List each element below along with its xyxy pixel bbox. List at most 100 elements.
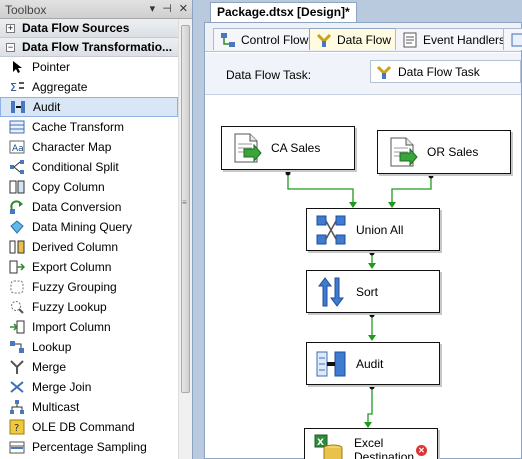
toolbox-item-fuzzy-grouping[interactable]: Fuzzy Grouping <box>0 277 178 297</box>
fuzzy-grouping-icon <box>9 279 25 295</box>
design-surface: Control Flow Data Flow Event Handlers P … <box>204 22 522 459</box>
tab-data-flow[interactable]: Data Flow <box>309 28 399 50</box>
error-icon[interactable]: ✕ <box>416 445 427 456</box>
svg-text:Σ: Σ <box>10 81 17 94</box>
scrollbar-grip-icon: ≡ <box>182 198 187 207</box>
toolbox-panel: Toolbox ▾ ⊣ ✕ + Data Flow Sources − Data… <box>0 0 193 459</box>
path-sort-to-audit[interactable] <box>368 312 376 342</box>
flow-node-label: Sort <box>356 284 379 299</box>
category-data-flow-sources[interactable]: + Data Flow Sources <box>0 19 178 38</box>
derived-column-icon <box>9 239 25 255</box>
category-data-flow-transformations[interactable]: − Data Flow Transformatio... <box>0 38 178 57</box>
toolbox-item-merge-join[interactable]: Merge Join <box>0 377 178 397</box>
toolbox-item-label: Derived Column <box>32 240 119 254</box>
toolbox-item-copy-column[interactable]: Copy Column <box>0 177 178 197</box>
data-flow-canvas[interactable]: CA Sales OR Sales Union All Sort Audit X… <box>205 96 521 459</box>
toolbox-item-label: Fuzzy Grouping <box>32 280 117 294</box>
toolbox-item-label: Import Column <box>32 320 111 334</box>
toolbox-item-lookup[interactable]: Lookup <box>0 337 178 357</box>
control-flow-icon <box>220 32 236 48</box>
scrollbar-thumb[interactable] <box>181 25 190 393</box>
tab-label: Control Flow <box>241 32 309 47</box>
flow-node-union-all[interactable]: Union All <box>306 208 440 251</box>
character-map-icon: Aa <box>9 139 25 155</box>
toolbox-item-multicast[interactable]: Multicast <box>0 397 178 417</box>
toolbox-item-label: Pointer <box>32 60 71 74</box>
toolbox-item-data-mining-query[interactable]: Data Mining Query <box>0 217 178 237</box>
data-flow-task-icon <box>376 64 392 80</box>
data-mining-query-icon <box>9 219 25 235</box>
path-audit-to-excel[interactable] <box>364 384 375 429</box>
toolbox-scrollbar[interactable]: ≡ <box>178 19 192 459</box>
collapse-icon[interactable]: − <box>6 42 15 52</box>
toolbox-item-label: Aggregate <box>32 80 88 94</box>
toolbox-item-conditional-split[interactable]: Conditional Split <box>0 157 178 177</box>
toolbox-item-merge[interactable]: Merge <box>0 357 178 377</box>
toolbox-item-label: Merge <box>32 360 67 374</box>
document-tab[interactable]: Package.dtsx [Design]* <box>210 2 357 23</box>
event-handlers-icon <box>402 32 418 48</box>
path-or-sales-to-union[interactable] <box>388 173 434 209</box>
flow-node-ca-sales[interactable]: CA Sales <box>221 126 355 170</box>
tab-label: Data Flow <box>337 32 392 47</box>
task-dropdown[interactable]: Data Flow Task <box>370 60 521 83</box>
toolbox-item-export-column[interactable]: Export Column <box>0 257 178 277</box>
expand-icon[interactable]: + <box>6 23 15 33</box>
task-dropdown-value: Data Flow Task <box>398 64 480 79</box>
ole-db-source-icon <box>385 135 419 169</box>
flow-node-label: Audit <box>356 356 384 371</box>
flow-node-or-sales[interactable]: OR Sales <box>377 130 511 174</box>
flow-node-label: OR Sales <box>427 145 479 159</box>
flow-node-audit[interactable]: Audit <box>306 342 440 385</box>
tab-package-explorer[interactable]: P <box>503 28 522 50</box>
designer-tab-row: Control Flow Data Flow Event Handlers P <box>205 23 522 52</box>
flow-node-label: Union All <box>356 222 404 237</box>
toolbox-item-pointer[interactable]: Pointer <box>0 57 178 77</box>
tab-label: Event Handlers <box>423 32 506 47</box>
flow-node-excel-destination[interactable]: X Excel Destination ✕ <box>304 428 438 459</box>
conditional-split-icon <box>9 159 25 175</box>
close-icon[interactable]: ✕ <box>179 2 188 15</box>
toolbox-item-label: Export Column <box>32 260 112 274</box>
category-label: Data Flow Sources <box>22 21 130 35</box>
toolbox-item-import-column[interactable]: Import Column <box>0 317 178 337</box>
path-union-to-sort[interactable] <box>368 250 376 270</box>
excel-destination-icon: X <box>312 433 346 459</box>
toolbox-item-cache-transform[interactable]: Cache Transform <box>0 117 178 137</box>
path-ca-sales-to-union[interactable] <box>285 170 358 209</box>
sort-icon <box>314 275 348 309</box>
toolbox-item-fuzzy-lookup[interactable]: Fuzzy Lookup <box>0 297 178 317</box>
toolbox-item-label: Character Map <box>32 140 112 154</box>
toolbox-item-derived-column[interactable]: Derived Column <box>0 237 178 257</box>
tab-event-handlers[interactable]: Event Handlers <box>395 28 513 50</box>
toolbox-item-label: Audit <box>33 100 61 114</box>
copy-column-icon <box>9 179 25 195</box>
pointer-icon <box>9 59 25 75</box>
toolbox-item-data-conversion[interactable]: Data Conversion <box>0 197 178 217</box>
toolbox-item-label: Percentage Sampling <box>32 440 147 454</box>
package-explorer-icon <box>510 32 522 48</box>
data-conversion-icon <box>9 199 25 215</box>
toolbox-item-percentage-sampling[interactable]: Percentage Sampling <box>0 437 178 457</box>
svg-text:?: ? <box>14 423 19 434</box>
merge-join-icon <box>9 379 25 395</box>
toolbox-item-audit[interactable]: Audit <box>0 97 178 117</box>
tab-control-flow[interactable]: Control Flow <box>213 28 316 50</box>
pin-icon[interactable]: ⊣ <box>162 2 172 15</box>
import-column-icon <box>9 319 25 335</box>
toolbox-item-label: Conditional Split <box>32 160 119 174</box>
toolbox-list: + Data Flow Sources − Data Flow Transfor… <box>0 19 178 459</box>
toolbox-item-aggregate[interactable]: Σ Aggregate <box>0 77 178 97</box>
flow-node-sort[interactable]: Sort <box>306 270 440 313</box>
toolbox-item-label: Merge Join <box>32 380 92 394</box>
percentage-sampling-icon <box>9 439 25 455</box>
svg-text:X: X <box>317 438 324 448</box>
toolbox-item-character-map[interactable]: Aa Character Map <box>0 137 178 157</box>
export-column-icon <box>9 259 25 275</box>
toolbox-item-ole-db-command[interactable]: ? OLE DB Command <box>0 417 178 437</box>
toolbox-item-label: Cache Transform <box>32 120 125 134</box>
union-all-icon <box>314 213 348 247</box>
toolbox-item-label: Copy Column <box>32 180 105 194</box>
category-label: Data Flow Transformatio... <box>22 40 173 54</box>
dropdown-arrow-icon[interactable]: ▾ <box>150 2 156 15</box>
